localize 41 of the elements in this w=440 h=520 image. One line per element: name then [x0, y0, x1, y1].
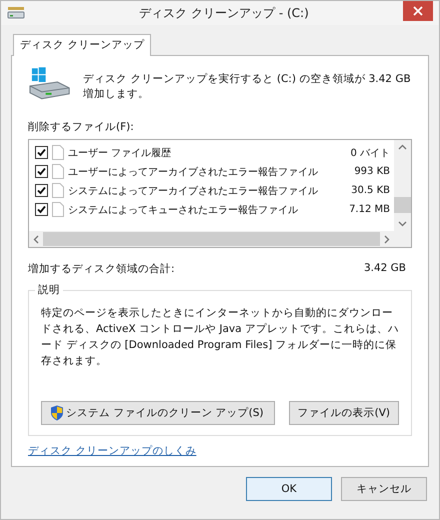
- total-label: 増加するディスク領域の合計:: [28, 262, 175, 276]
- ok-button[interactable]: OK: [246, 477, 332, 501]
- scroll-thumb[interactable]: [394, 197, 411, 213]
- scroll-thumb[interactable]: [43, 232, 380, 246]
- checkbox[interactable]: [35, 146, 48, 159]
- drive-icon: [28, 66, 72, 102]
- action-button[interactable]: システム ファイルのクリーン アップ(S): [41, 401, 275, 425]
- summary-text: ディスク クリーンアップを実行すると (C:) の空き領域が 3.42 GB 増加します。: [83, 72, 412, 102]
- document-icon: [52, 145, 64, 160]
- file-name[interactable]: システムによってキューされたエラー報告ファイル: [68, 202, 346, 216]
- checkbox[interactable]: [35, 184, 48, 197]
- drive-icon: [7, 6, 25, 20]
- file-size: 0 バイト: [350, 146, 390, 160]
- files-label: 削除するファイル(F):: [28, 120, 135, 134]
- help-link[interactable]: ディスク クリーンアップのしくみ: [28, 444, 196, 458]
- action-button[interactable]: ファイルの表示(V): [288, 401, 399, 425]
- checkbox[interactable]: [35, 165, 48, 178]
- document-icon: [52, 183, 64, 198]
- scroll-left-icon[interactable]: [33, 234, 39, 244]
- scroll-down-icon[interactable]: [398, 221, 407, 227]
- file-size: 7.12 MB: [349, 204, 390, 215]
- shield-icon: [50, 405, 64, 421]
- file-size: 993 KB: [354, 166, 390, 177]
- close-button[interactable]: [403, 1, 433, 21]
- document-icon: [52, 202, 64, 217]
- group-title: 説明: [35, 283, 63, 297]
- window-title: ディスク クリーンアップ - (C:): [138, 4, 310, 22]
- file-name[interactable]: システムによってアーカイブされたエラー報告ファイル: [68, 184, 348, 198]
- file-name[interactable]: ユーザー ファイル履歴: [68, 146, 346, 160]
- file-name[interactable]: ユーザーによってアーカイブされたエラー報告ファイル: [68, 164, 350, 178]
- checkbox[interactable]: [35, 203, 48, 216]
- vertical-scrollbar[interactable]: [394, 140, 411, 231]
- scroll-up-icon[interactable]: [398, 144, 407, 150]
- description-text: 特定のページを表示したときにインターネットから自動的にダウンロードされる、ActiveX コントロールや Java アプレットです。これらは、ハード ディスクの [Downloaded Program Files] フォルダーに一時的に保存されます。: [41, 306, 399, 369]
- file-size: 30.5 KB: [351, 185, 390, 196]
- scroll-right-icon[interactable]: [384, 234, 390, 244]
- close-icon: [412, 5, 424, 17]
- cancel-button[interactable]: キャンセル: [341, 477, 427, 501]
- document-icon: [52, 164, 64, 179]
- total-value: 3.42 GB: [364, 262, 406, 276]
- tab[interactable]: ディスク クリーンアップ: [13, 34, 152, 56]
